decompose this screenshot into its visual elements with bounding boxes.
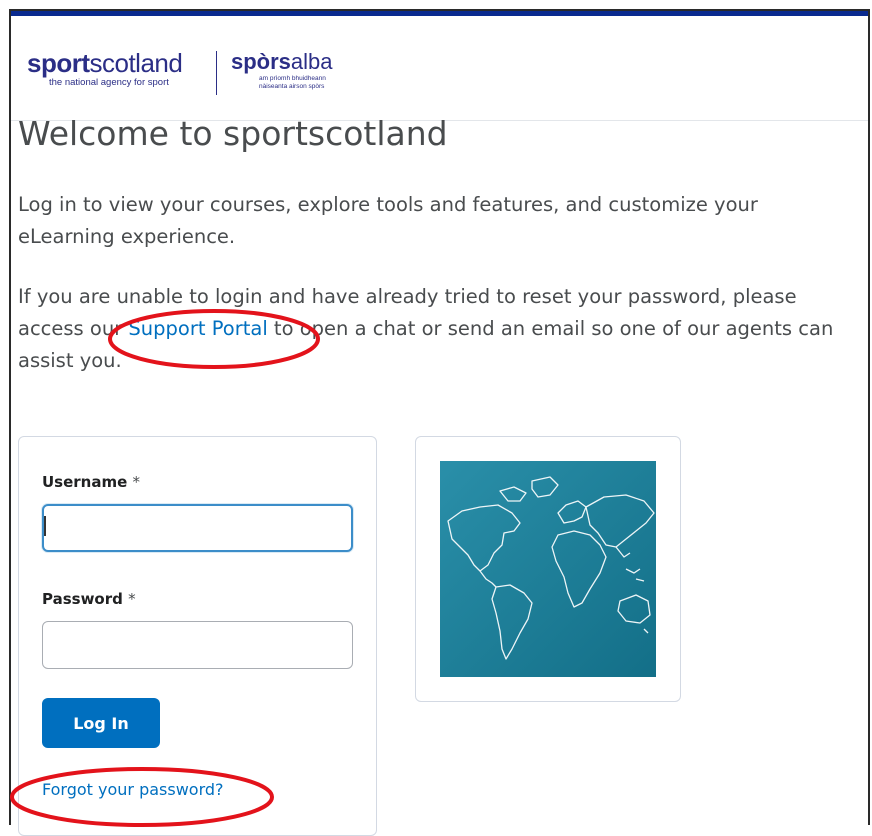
logo-en-light: scotland — [89, 48, 183, 78]
forgot-password-link[interactable]: Forgot your password? — [42, 780, 224, 799]
world-map-image — [440, 461, 656, 677]
page-title: Welcome to sportscotland — [18, 114, 448, 153]
logo-ga-light: alba — [290, 49, 333, 74]
intro-text: Log in to view your courses, explore too… — [18, 193, 758, 248]
sportscotland-logo[interactable]: sportscotland the national agency for sp… — [27, 48, 183, 88]
text-cursor — [44, 516, 46, 536]
logo-divider — [216, 51, 217, 95]
required-mark: * — [128, 590, 136, 608]
logo-en-tagline: the national agency for sport — [49, 77, 169, 88]
logo-en-bold: sport — [27, 48, 90, 78]
site-header: sportscotland the national agency for sp… — [11, 16, 868, 121]
username-input[interactable] — [42, 504, 353, 552]
password-label: Password * — [42, 590, 136, 608]
logo-ga-bold: spòrs — [231, 49, 291, 74]
required-mark: * — [132, 473, 141, 491]
logo-ga-tagline-2: nàiseanta airson spòrs — [259, 83, 325, 90]
support-portal-link[interactable]: Support Portal — [128, 317, 267, 340]
image-card — [415, 436, 681, 702]
username-label: Username * — [42, 473, 141, 491]
logo-ga-tagline-1: am prìomh bhuidheann — [259, 75, 326, 82]
login-form-card: Username * Password * Log In Forgot your… — [18, 436, 377, 836]
support-text: If you are unable to login and have alre… — [18, 281, 838, 377]
login-button[interactable]: Log In — [42, 698, 160, 748]
sporsalba-logo[interactable]: spòrsalba am prìomh bhuidheann nàiseanta… — [231, 49, 333, 91]
password-input[interactable] — [42, 621, 353, 669]
